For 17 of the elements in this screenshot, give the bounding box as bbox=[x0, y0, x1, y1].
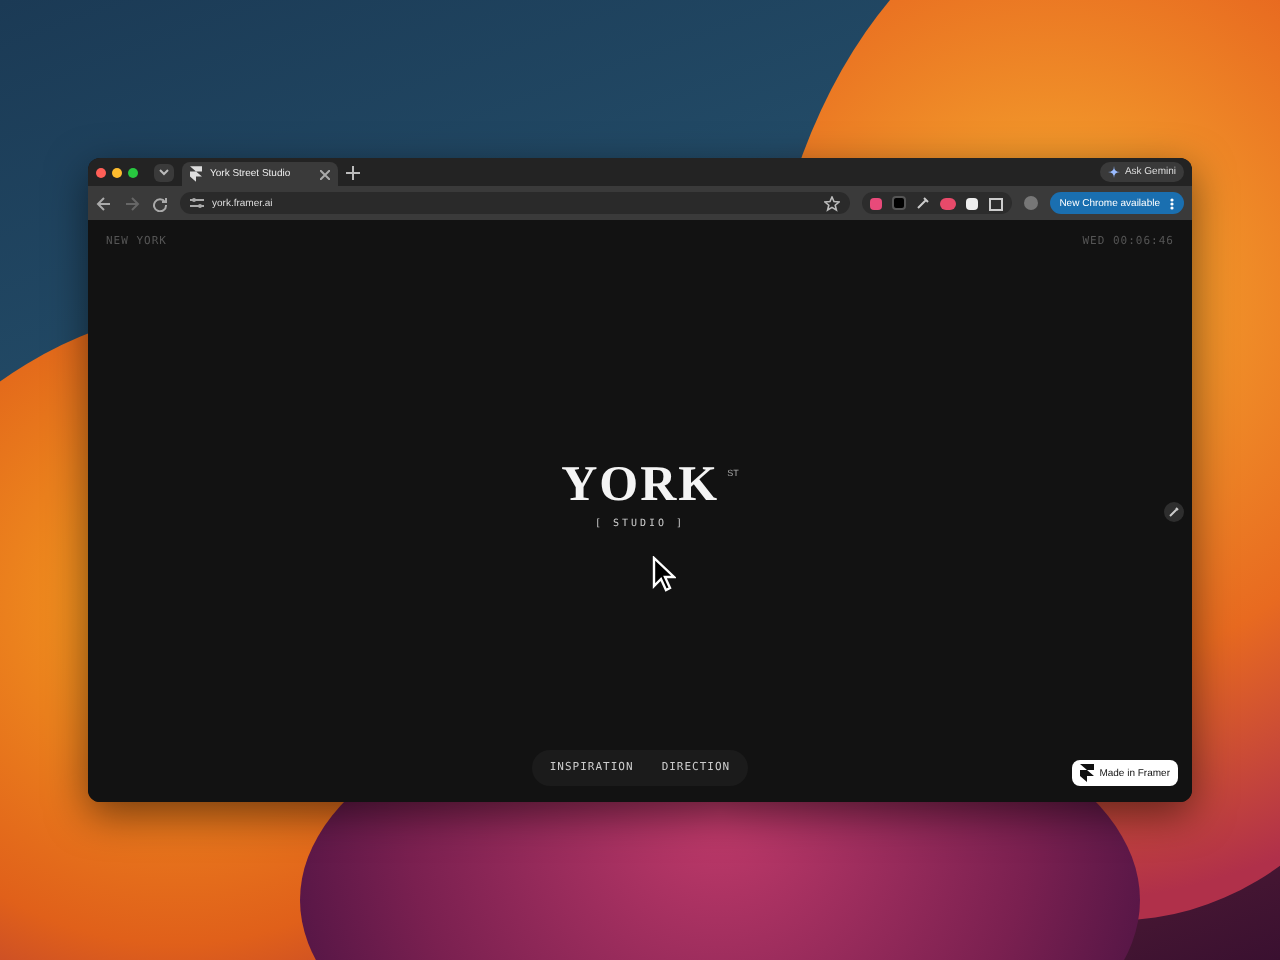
avatar-icon[interactable] bbox=[1023, 196, 1038, 210]
close-window-icon[interactable] bbox=[96, 167, 106, 177]
sparkle-icon bbox=[1108, 166, 1121, 178]
back-icon[interactable] bbox=[96, 195, 112, 211]
framer-logo-icon bbox=[190, 166, 202, 182]
chevron-icon bbox=[158, 168, 170, 176]
close-icon[interactable] bbox=[320, 169, 330, 179]
reload-icon[interactable] bbox=[152, 195, 168, 211]
framer-logo-icon bbox=[1079, 764, 1094, 782]
edit-button[interactable] bbox=[1164, 502, 1184, 522]
maximize-window-icon[interactable] bbox=[128, 167, 138, 177]
site-settings-icon[interactable] bbox=[190, 196, 204, 210]
cursor-icon bbox=[652, 556, 676, 592]
tab-list-button[interactable] bbox=[154, 163, 174, 181]
star-icon[interactable] bbox=[823, 195, 840, 211]
minimize-window-icon[interactable] bbox=[112, 167, 122, 177]
logo-text: YORK bbox=[561, 464, 720, 508]
